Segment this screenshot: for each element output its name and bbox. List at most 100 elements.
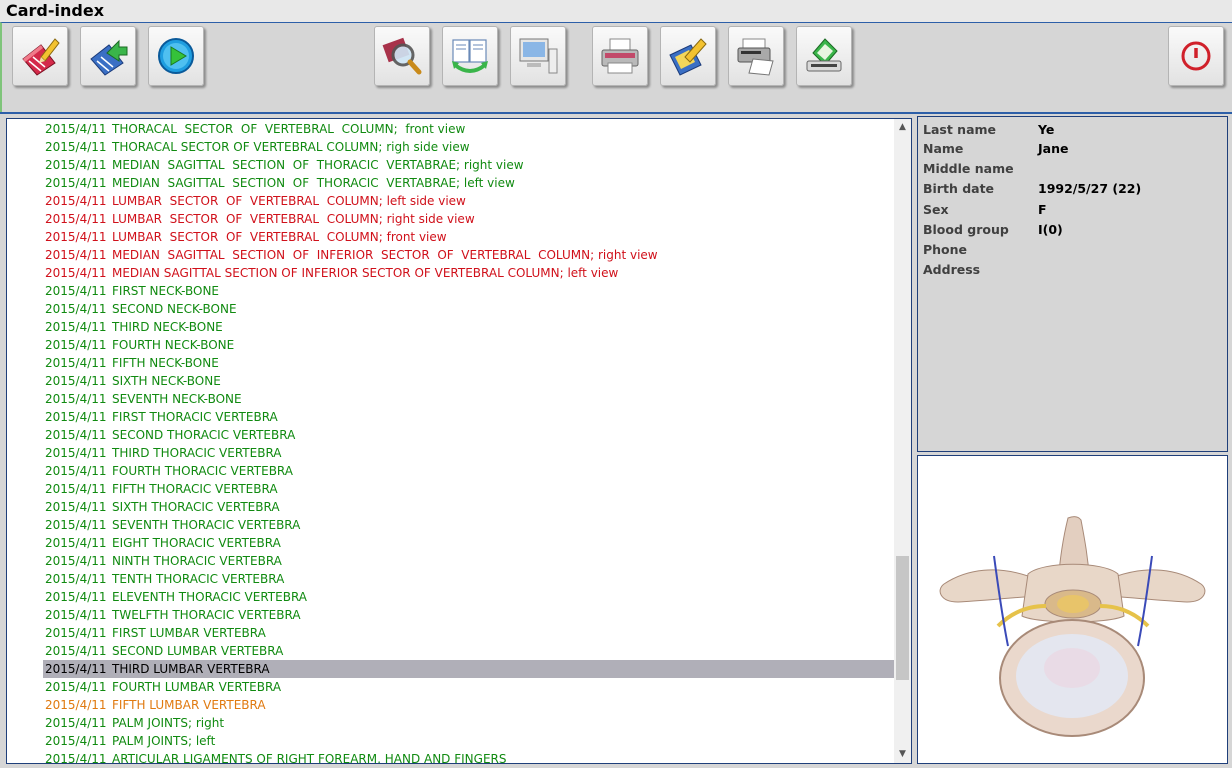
play-button[interactable] — [148, 26, 204, 86]
list-item[interactable]: 2015/4/11 FIFTH THORACIC VERTEBRA — [43, 480, 895, 498]
list-item-date: 2015/4/11 — [45, 410, 107, 424]
list-item[interactable]: 2015/4/11 FIFTH LUMBAR VERTEBRA — [43, 696, 895, 714]
list-item-date: 2015/4/11 — [45, 302, 107, 316]
patient-field-value: F — [1038, 202, 1047, 217]
print-button[interactable] — [592, 26, 648, 86]
list-item[interactable]: 2015/4/11 LUMBAR SECTOR OF VERTEBRAL COLU… — [43, 210, 895, 228]
list-item[interactable]: 2015/4/11 MEDIAN SAGITTAL SECTION OF THOR… — [43, 174, 895, 192]
list-item-title: SECOND NECK-BONE — [112, 302, 237, 316]
play-icon — [158, 38, 194, 74]
patient-info-panel: Last name Ye Name Jane Middle name Birth date… — [917, 116, 1228, 452]
list-item[interactable]: 2015/4/11 THIRD NECK-BONE — [43, 318, 895, 336]
list-item[interactable]: 2015/4/11 ARTICULAR LIGAMENTS OF RIGHT FO… — [43, 750, 895, 764]
list-item-title: FIRST NECK-BONE — [112, 284, 220, 298]
list-item-title: TWELFTH THORACIC VERTEBRA — [112, 608, 301, 622]
fax-print-button[interactable] — [728, 26, 784, 86]
list-item[interactable]: 2015/4/11 SECOND NECK-BONE — [43, 300, 895, 318]
list-item[interactable]: 2015/4/11 FIRST THORACIC VERTEBRA — [43, 408, 895, 426]
list-item-date: 2015/4/11 — [45, 374, 107, 388]
list-item-date: 2015/4/11 — [45, 230, 107, 244]
exit-button[interactable] — [1168, 26, 1224, 86]
list-item[interactable]: 2015/4/11 LUMBAR SECTOR OF VERTEBRAL COLU… — [43, 192, 895, 210]
list-item-date: 2015/4/11 — [45, 122, 107, 136]
list-item-title: NINTH THORACIC VERTEBRA — [112, 554, 282, 568]
list-item[interactable]: 2015/4/11 TWELFTH THORACIC VERTEBRA — [43, 606, 895, 624]
list-item[interactable]: 2015/4/11 FIRST NECK-BONE — [43, 282, 895, 300]
list-item-date: 2015/4/11 — [45, 176, 107, 190]
patient-field-value: Jane — [1038, 141, 1069, 156]
patient-field-label: Birth date — [923, 181, 995, 196]
list-item-title: ELEVENTH THORACIC VERTEBRA — [112, 590, 308, 604]
list-item-title: FOURTH LUMBAR VERTEBRA — [112, 680, 282, 694]
edit-card-button[interactable] — [12, 26, 68, 86]
patient-field-label: Last name — [923, 122, 997, 137]
list-item[interactable]: 2015/4/11 SECOND LUMBAR VERTEBRA — [43, 642, 895, 660]
list-item[interactable]: 2015/4/11 FIFTH NECK-BONE — [43, 354, 895, 372]
fax-icon — [737, 38, 774, 76]
list-item[interactable]: 2015/4/11 FIRST LUMBAR VERTEBRA — [43, 624, 895, 642]
search-button[interactable] — [374, 26, 430, 86]
list-item-title: FIFTH THORACIC VERTEBRA — [112, 482, 278, 496]
list-item-title: THIRD THORACIC VERTEBRA — [112, 446, 282, 460]
list-item[interactable]: 2015/4/11 PALM JOINTS; right — [43, 714, 895, 732]
list-item-title: LUMBAR SECTOR OF VERTEBRAL COLUMN; left … — [112, 194, 466, 208]
list-item[interactable]: 2015/4/11 FOURTH THORACIC VERTEBRA — [43, 462, 895, 480]
import-button[interactable] — [80, 26, 136, 86]
list-item-title: FIFTH NECK-BONE — [112, 356, 219, 370]
list-item[interactable]: 2015/4/11 NINTH THORACIC VERTEBRA — [43, 552, 895, 570]
scroll-down-icon[interactable]: ▼ — [894, 746, 911, 763]
toolbar — [0, 22, 1232, 114]
list-item[interactable]: 2015/4/11 SIXTH NECK-BONE — [43, 372, 895, 390]
power-icon — [1181, 41, 1211, 71]
patient-field-row: Phone — [923, 240, 1223, 260]
list-item-title: MEDIAN SAGITTAL SECTION OF INFERIOR SECT… — [112, 266, 619, 280]
list-item-date: 2015/4/11 — [45, 158, 107, 172]
computer-icon — [519, 38, 558, 74]
scroll-up-icon[interactable]: ▲ — [894, 119, 911, 136]
spinal-cord — [1057, 595, 1089, 613]
computer-button[interactable] — [510, 26, 566, 86]
list-item[interactable]: 2015/4/11 SEVENTH THORACIC VERTEBRA — [43, 516, 895, 534]
list-item[interactable]: 2015/4/11 SECOND THORACIC VERTEBRA — [43, 426, 895, 444]
list-item-date: 2015/4/11 — [45, 500, 107, 514]
list-item-title: SEVENTH NECK-BONE — [112, 392, 242, 406]
list-item-title: FOURTH THORACIC VERTEBRA — [112, 464, 293, 478]
list-item[interactable]: 2015/4/11 THORACAL SECTOR OF VERTEBRAL CO… — [43, 120, 895, 138]
list-item[interactable]: 2015/4/11 SEVENTH NECK-BONE — [43, 390, 895, 408]
list-item[interactable]: 2015/4/11 FOURTH NECK-BONE — [43, 336, 895, 354]
copy-compare-button[interactable] — [442, 26, 498, 86]
list-item-title: SECOND THORACIC VERTEBRA — [112, 428, 296, 442]
patient-field-row: Birth date 1992/5/27 (22) — [923, 179, 1223, 199]
list-item[interactable]: 2015/4/11 LUMBAR SECTOR OF VERTEBRAL COLU… — [43, 228, 895, 246]
scan-button[interactable] — [796, 26, 852, 86]
list-item[interactable]: 2015/4/11 PALM JOINTS; left — [43, 732, 895, 750]
list-item[interactable]: 2015/4/11 THIRD THORACIC VERTEBRA — [43, 444, 895, 462]
list-item-title: SIXTH NECK-BONE — [112, 374, 221, 388]
list-item[interactable]: 2015/4/11 ELEVENTH THORACIC VERTEBRA — [43, 588, 895, 606]
scrollbar-thumb[interactable] — [896, 556, 909, 680]
list-scrollbar[interactable]: ▲ ▼ — [894, 119, 911, 763]
list-item-title: EIGHT THORACIC VERTEBRA — [112, 536, 281, 550]
list-item[interactable]: 2015/4/11 EIGHT THORACIC VERTEBRA — [43, 534, 895, 552]
list-item[interactable]: 2015/4/11 THORACAL SECTOR OF VERTEBRAL CO… — [43, 138, 895, 156]
list-item-date: 2015/4/11 — [45, 572, 107, 586]
list-item[interactable]: 2015/4/11 SIXTH THORACIC VERTEBRA — [43, 498, 895, 516]
edit-image-button[interactable] — [660, 26, 716, 86]
documents-cycle-icon — [452, 39, 488, 73]
list-item-date: 2015/4/11 — [45, 752, 107, 764]
list-item-date: 2015/4/11 — [45, 338, 107, 352]
list-item[interactable]: 2015/4/11 TENTH THORACIC VERTEBRA — [43, 570, 895, 588]
window-title: Card-index — [0, 0, 1232, 22]
nucleus — [1044, 648, 1100, 688]
patient-field-row: Address — [923, 260, 1223, 280]
list-item[interactable]: 2015/4/11 FOURTH LUMBAR VERTEBRA — [43, 678, 895, 696]
list-item[interactable]: 2015/4/11 THIRD LUMBAR VERTEBRA — [43, 660, 895, 678]
card-arrow-icon — [90, 39, 128, 76]
list-item[interactable]: 2015/4/11 MEDIAN SAGITTAL SECTION OF INFE… — [43, 264, 895, 282]
list-item-date: 2015/4/11 — [45, 554, 107, 568]
list-item-title: SECOND LUMBAR VERTEBRA — [112, 644, 284, 658]
list-item[interactable]: 2015/4/11 MEDIAN SAGITTAL SECTION OF INFE… — [43, 246, 895, 264]
vessel-right — [1137, 555, 1153, 647]
list-item[interactable]: 2015/4/11 MEDIAN SAGITTAL SECTION OF THOR… — [43, 156, 895, 174]
list-item-date: 2015/4/11 — [45, 464, 107, 478]
